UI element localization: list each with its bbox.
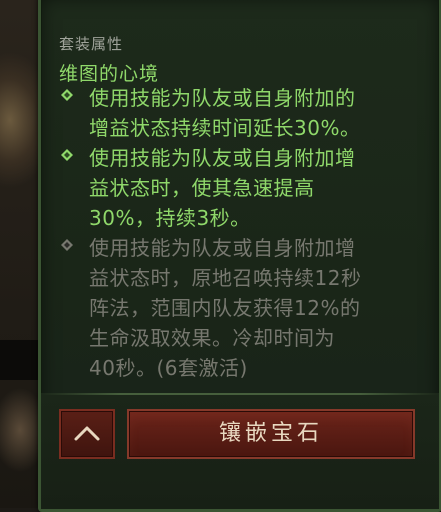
socket-gem-button[interactable]: 镶嵌宝石 (127, 409, 415, 459)
diamond-bullet-icon (61, 89, 73, 101)
set-bonus-4: 使用技能为队友或自身附加增 益状态时，使其急速提高 30%，持续3秒。 (59, 143, 419, 233)
set-tooltip-panel: 套装属性 维图的心境 使用技能为队友或自身附加的 增益状态持续时间延长30%。 … (38, 0, 441, 512)
set-name: 维图的心境 (59, 63, 160, 85)
set-bonus-text: 使用技能为队友或自身附加的 增益状态持续时间延长30%。 (89, 86, 361, 140)
chevron-up-icon (74, 426, 100, 441)
set-bonus-text: 使用技能为队友或自身附加增 益状态时，原地召唤持续12秒 阵法，范围内队友获得1… (89, 236, 362, 380)
diamond-bullet-icon (61, 149, 73, 161)
set-bonus-text: 使用技能为队友或自身附加增 益状态时，使其急速提高 30%，持续3秒。 (89, 146, 356, 230)
set-bonus-6: 使用技能为队友或自身附加增 益状态时，原地召唤持续12秒 阵法，范围内队友获得1… (59, 233, 419, 383)
diamond-bullet-icon (61, 239, 73, 251)
set-bonus-2: 使用技能为队友或自身附加的 增益状态持续时间延长30%。 (59, 83, 419, 143)
socket-gem-label: 镶嵌宝石 (218, 421, 323, 446)
divider (41, 393, 439, 395)
set-attributes-header: 套装属性 (59, 35, 124, 53)
collapse-button[interactable] (59, 409, 115, 459)
